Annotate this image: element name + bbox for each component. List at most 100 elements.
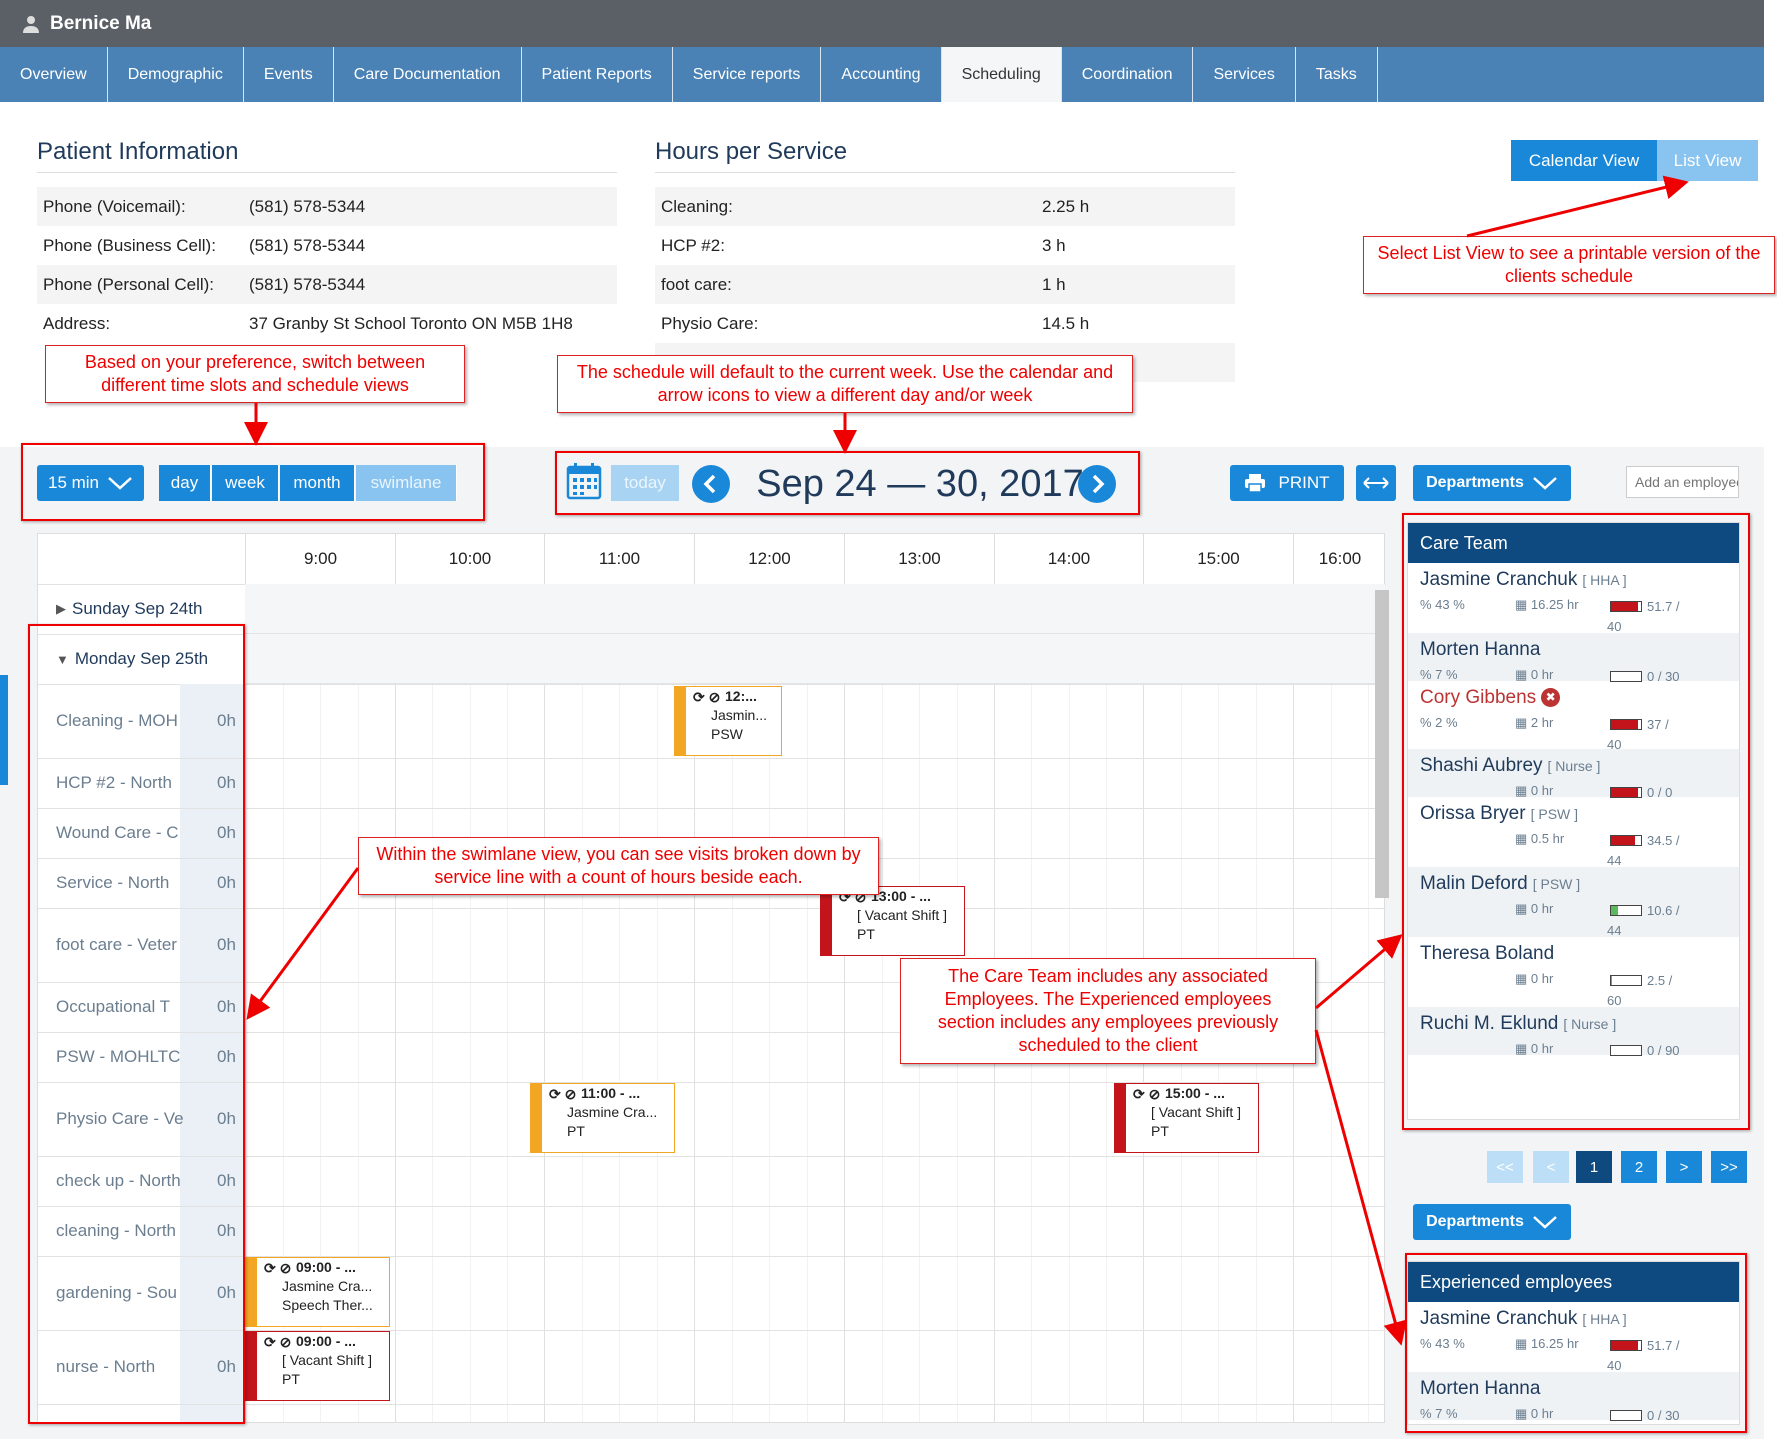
status-bar (675, 687, 686, 755)
visit-time-row: ⟳ ⊘ 09:00 - ... (264, 1332, 389, 1351)
grid-vline (806, 584, 808, 1422)
grid-vline (1330, 584, 1332, 1422)
visit-line2: Speech Ther... (282, 1297, 373, 1313)
day-row-band (245, 584, 1385, 634)
visit-line2: PSW (711, 726, 743, 742)
visit-time: 11:00 - ... (581, 1085, 641, 1101)
status-bar (531, 1084, 542, 1152)
tab-accounting[interactable]: Accounting (821, 47, 942, 102)
visit-time: 12:... (725, 688, 757, 704)
visit-event[interactable]: ⟳ ⊘ 11:00 - ... Jasmine Cra... PT (530, 1083, 675, 1153)
visit-line2: PT (1151, 1123, 1169, 1139)
pager-prev-button[interactable]: < (1533, 1151, 1569, 1183)
departments-dropdown-2[interactable]: Departments (1413, 1204, 1571, 1240)
departments-dropdown[interactable]: Departments (1413, 465, 1571, 501)
day-row-band (245, 634, 1385, 684)
time-header: 11:00 (544, 534, 694, 584)
tab-tasks[interactable]: Tasks (1296, 47, 1378, 102)
visit-line1: Jasmine Cra... (282, 1278, 373, 1294)
visit-event[interactable]: ⟳ ⊘ 09:00 - ...[ Vacant Shift ] PT (245, 1331, 390, 1401)
info-value: 3 h (1042, 235, 1066, 255)
visit-time: 09:00 - ... (296, 1333, 356, 1349)
tab-demographic[interactable]: Demographic (108, 47, 244, 102)
info-label: Phone (Voicemail): (43, 196, 186, 216)
info-label: HCP #2: (661, 235, 725, 255)
info-value: 2.25 h (1042, 196, 1090, 216)
grid-vline (432, 584, 434, 1422)
print-label: PRINT (1278, 473, 1330, 492)
patient-info-table: Phone (Voicemail): (581) 578-5344 Phone (B… (37, 187, 617, 343)
recurring-icon: ⟳ ⊘ (264, 1260, 292, 1276)
grid-corner (38, 534, 245, 584)
info-label: foot care: (661, 274, 732, 294)
tab-patient-reports[interactable]: Patient Reports (522, 47, 673, 102)
pager-last-button[interactable]: >> (1711, 1151, 1747, 1183)
info-label: Address: (43, 313, 111, 333)
day-label: Sunday Sep 24th (72, 599, 203, 618)
info-row: Phone (Personal Cell): (581) 578-5344 (37, 265, 617, 304)
grid-vline (469, 584, 471, 1422)
callout-swimlane: Within the swimlane view, you can see vi… (358, 837, 879, 895)
calendar-view-button[interactable]: Calendar View (1511, 140, 1657, 181)
nav-tabs: Overview Demographic Events Care Documentat… (0, 47, 1764, 102)
time-header: 13:00 (844, 534, 994, 584)
window-titlebar: Bernice Ma (0, 0, 1764, 47)
status-bar (1115, 1084, 1126, 1152)
info-row: Phone (Business Cell): (581) 578-5344 (37, 226, 617, 265)
annotation-box-date (555, 451, 1140, 515)
annotation-box-careteam (1402, 513, 1750, 1130)
print-button[interactable]: PRINT (1230, 465, 1344, 501)
grid-vline (619, 584, 620, 1422)
time-header: 15:00 (1143, 534, 1293, 584)
pager-first-button[interactable]: << (1487, 1151, 1523, 1183)
grid-vline (1368, 584, 1369, 1422)
tab-scheduling[interactable]: Scheduling (941, 47, 1062, 102)
expand-width-button[interactable] (1356, 465, 1396, 501)
hours-per-service-table: Cleaning: 2.25 h HCP #2: 3 h foot care: 1 h Ph… (655, 187, 1235, 343)
visit-event[interactable]: ⟳ ⊘ 12:... Jasmin... PSW (674, 686, 782, 756)
visit-event[interactable]: ⟳ ⊘ 09:00 - ... Jasmine Cra... Speech Ther.… (245, 1257, 390, 1327)
pager-page-2[interactable]: 2 (1621, 1151, 1657, 1183)
visit-line2: PT (857, 926, 875, 942)
callout-list-view: Select List View to see a printable vers… (1363, 236, 1775, 294)
pager-page-1[interactable]: 1 (1576, 1151, 1612, 1183)
tab-services[interactable]: Services (1193, 47, 1296, 102)
info-row: Cleaning: 2.25 h (655, 187, 1235, 226)
add-employee-input[interactable] (1626, 466, 1739, 498)
recurring-icon: ⟳ ⊘ (549, 1086, 577, 1102)
annotation-box-experienced (1405, 1253, 1747, 1433)
grid-vline (544, 584, 545, 1422)
chevron-down-icon (1533, 1216, 1557, 1229)
info-value: (581) 578-5344 (249, 274, 366, 294)
tab-overview[interactable]: Overview (0, 47, 108, 102)
visit-event[interactable]: ⟳ ⊘ 13:00 - ...[ Vacant Shift ] PT (820, 886, 965, 956)
callout-care-team: The Care Team includes any associated Em… (900, 958, 1316, 1064)
departments-label-2: Departments (1426, 1213, 1524, 1230)
visit-time: 15:00 - ... (1165, 1085, 1225, 1101)
list-view-button[interactable]: List View (1657, 140, 1758, 181)
visit-line1: Jasmine Cra... (567, 1104, 658, 1120)
grid-vline (844, 584, 845, 1422)
chevron-down-icon (1533, 477, 1557, 490)
info-row: Address: 37 Granby St School Toronto ON M… (37, 304, 617, 343)
grid-vline (506, 584, 508, 1422)
callout-default-week: The schedule will default to the current… (557, 355, 1133, 413)
info-label: Cleaning: (661, 196, 733, 216)
info-value: 1 h (1042, 274, 1066, 294)
visit-time: 13:00 - ... (871, 888, 931, 904)
time-header: 16:00 (1293, 534, 1386, 584)
side-handle[interactable] (0, 675, 8, 785)
visit-time-row: ⟳ ⊘ 15:00 - ... (1133, 1084, 1258, 1103)
caret-right-icon: ▶ (56, 601, 66, 616)
visit-event[interactable]: ⟳ ⊘ 15:00 - ...[ Vacant Shift ] PT (1114, 1083, 1259, 1153)
departments-label: Departments (1426, 474, 1524, 491)
patient-info-title: Patient Information (37, 138, 617, 173)
tab-care-documentation[interactable]: Care Documentation (334, 47, 522, 102)
info-label: Phone (Personal Cell): (43, 274, 215, 294)
tab-events[interactable]: Events (244, 47, 334, 102)
grid-scrollbar[interactable] (1375, 590, 1389, 898)
tab-coordination[interactable]: Coordination (1062, 47, 1194, 102)
pager-next-button[interactable]: > (1666, 1151, 1702, 1183)
info-value: (581) 578-5344 (249, 235, 366, 255)
tab-service-reports[interactable]: Service reports (673, 47, 822, 102)
